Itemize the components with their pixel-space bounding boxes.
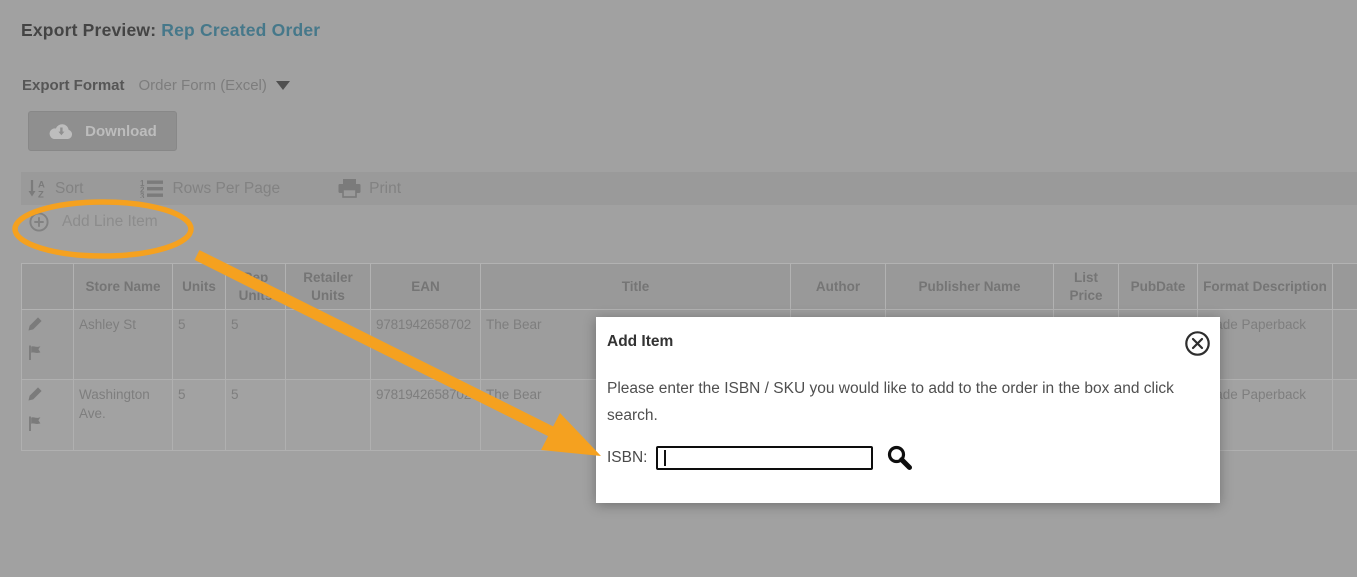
column-header-store-name: Store Name — [73, 263, 173, 310]
column-header-extra — [1332, 263, 1357, 310]
rows-per-page-label: Rows Per Page — [172, 179, 281, 197]
column-header-ean: EAN — [370, 263, 481, 310]
pencil-icon[interactable] — [27, 386, 68, 407]
rows-per-page-button[interactable]: 1 2 3 Rows Per Page — [140, 179, 281, 201]
page-title-prefix: Export Preview: — [21, 20, 157, 40]
sort-az-icon: A Z — [28, 179, 47, 201]
cell-extra — [1332, 379, 1357, 451]
isbn-label: ISBN: — [607, 449, 648, 466]
column-header-list-price: List Price — [1053, 263, 1119, 310]
download-button[interactable]: Download — [28, 111, 177, 151]
add-item-modal: Add Item Please enter the ISBN / SKU you… — [596, 317, 1220, 503]
cell-ean: 9781942658702 — [370, 308, 481, 381]
svg-text:Z: Z — [38, 190, 44, 199]
sort-button[interactable]: A Z Sort — [28, 179, 84, 201]
row-actions-cell — [21, 379, 74, 451]
column-header-author: Author — [790, 263, 886, 310]
export-format-row: Export Format Order Form (Excel) — [22, 77, 290, 94]
add-line-item-button[interactable]: Add Line Item — [29, 212, 158, 232]
chevron-down-icon[interactable] — [275, 81, 290, 90]
table-header-row: Store Name Units Rep Units Retailer Unit… — [21, 263, 1357, 310]
row-actions-cell — [21, 308, 74, 381]
cell-store-name: Washington Ave. — [73, 379, 173, 451]
column-header-retailer-units: Retailer Units — [285, 263, 371, 310]
sort-label: Sort — [55, 179, 84, 197]
modal-title: Add Item — [607, 333, 674, 350]
export-format-label: Export Format — [22, 77, 125, 94]
text-cursor — [664, 450, 666, 466]
modal-instructions: Please enter the ISBN / SKU you would li… — [607, 380, 1174, 424]
search-icon[interactable] — [886, 444, 914, 472]
close-icon[interactable] — [1183, 329, 1212, 358]
cell-retailer-units — [285, 379, 371, 451]
isbn-search-row: ISBN: — [607, 444, 914, 472]
export-preview-page: Export Preview: Rep Created Order Export … — [0, 0, 1357, 577]
cloud-download-icon — [48, 122, 75, 141]
table-toolbar: A Z Sort 1 2 3 Rows Per Page Print — [21, 172, 1357, 205]
svg-text:3: 3 — [140, 192, 145, 198]
cell-units: 5 — [172, 308, 226, 381]
column-header-pubdate: PubDate — [1118, 263, 1198, 310]
plus-circle-icon — [29, 212, 49, 232]
page-title: Export Preview: Rep Created Order — [21, 20, 320, 41]
column-header-rep-units: Rep Units — [225, 263, 286, 310]
add-line-item-label: Add Line Item — [62, 213, 158, 230]
pencil-icon[interactable] — [27, 316, 68, 337]
numbered-list-icon: 1 2 3 — [140, 179, 164, 201]
flag-icon[interactable] — [27, 344, 68, 366]
column-header-units: Units — [172, 263, 226, 310]
column-header-actions — [21, 263, 74, 310]
cell-extra — [1332, 308, 1357, 381]
isbn-input[interactable] — [656, 446, 874, 470]
export-format-dropdown[interactable]: Order Form (Excel) — [139, 77, 267, 94]
column-header-publisher-name: Publisher Name — [885, 263, 1054, 310]
cell-ean: 9781942658702 — [370, 379, 481, 451]
print-button[interactable]: Print — [338, 179, 401, 198]
column-header-format-description: Format Description — [1197, 263, 1333, 310]
cell-rep-units: 5 — [225, 308, 286, 381]
download-button-label: Download — [85, 122, 157, 140]
page-title-order-name: Rep Created Order — [161, 20, 321, 40]
cell-store-name: Ashley St — [73, 308, 173, 381]
printer-icon — [338, 179, 361, 198]
cell-units: 5 — [172, 379, 226, 451]
cell-retailer-units — [285, 308, 371, 381]
column-header-title: Title — [480, 263, 791, 310]
cell-rep-units: 5 — [225, 379, 286, 451]
print-label: Print — [369, 179, 402, 197]
flag-icon[interactable] — [27, 415, 68, 437]
